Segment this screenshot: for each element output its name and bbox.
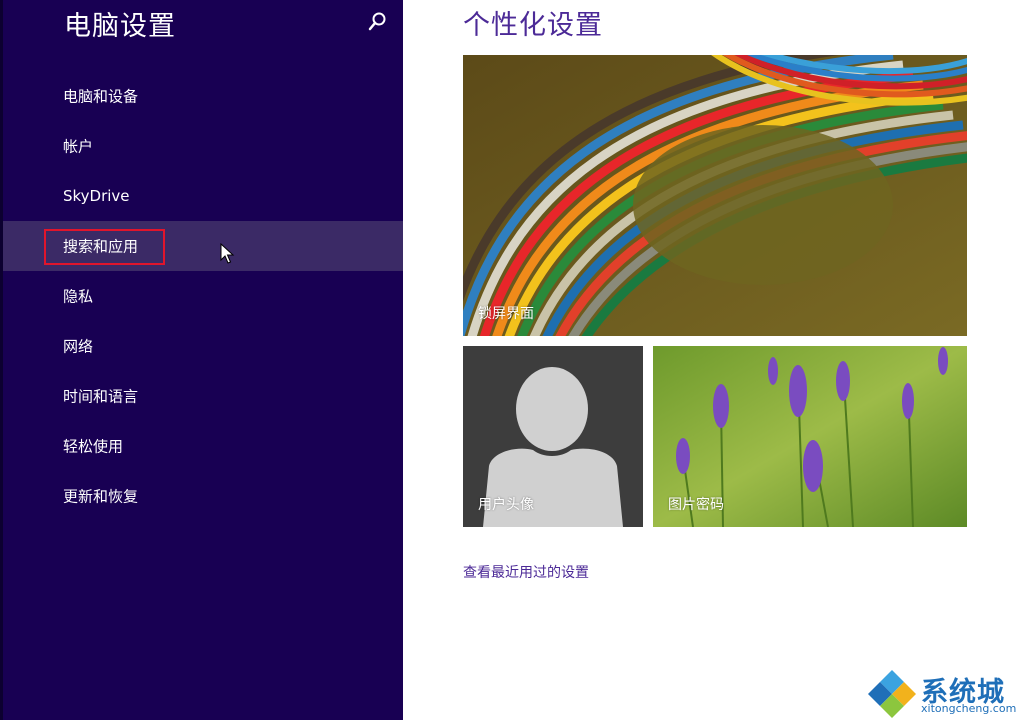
sidebar-item-time-and-language[interactable]: 时间和语言 [3,371,403,421]
sidebar-item-ease-of-access[interactable]: 轻松使用 [3,421,403,471]
lock-screen-label: 锁屏界面 [478,306,534,322]
mouse-cursor-icon [220,243,235,264]
watermark: 系统城 xitongcheng.com [866,668,1022,720]
sidebar-item-label: 时间和语言 [63,387,139,406]
sidebar-title: 电脑设置 [64,11,176,42]
sidebar-item-label: 隐私 [63,287,94,306]
watermark-logo-icon [868,670,916,718]
lock-screen-image [463,55,967,336]
sidebar-item-label: 帐户 [63,137,94,156]
watermark-url: xitongcheng.com [921,702,1017,715]
sidebar: 电脑设置 电脑和设备 帐户 SkyDrive 搜索和应用 隐私 网络 时间和语言 [0,0,403,720]
sidebar-item-label: 更新和恢复 [63,487,139,506]
sidebar-item-label: 网络 [63,337,94,356]
picture-password-label: 图片密码 [668,497,724,513]
sidebar-item-search-and-apps[interactable]: 搜索和应用 [3,221,403,271]
sidebar-item-label: 轻松使用 [63,437,124,456]
lock-screen-tile[interactable]: 锁屏界面 [463,55,967,336]
sidebar-item-label: 电脑和设备 [63,87,139,106]
search-icon [368,12,386,31]
sidebar-nav: 电脑和设备 帐户 SkyDrive 搜索和应用 隐私 网络 时间和语言 轻松使用… [3,71,403,521]
picture-password-tile[interactable]: 图片密码 [653,346,967,527]
account-picture-label: 用户头像 [478,497,534,513]
recent-settings-link[interactable]: 查看最近用过的设置 [463,562,589,582]
sidebar-item-privacy[interactable]: 隐私 [3,271,403,321]
sidebar-item-label: 搜索和应用 [63,237,139,256]
sidebar-item-network[interactable]: 网络 [3,321,403,371]
sidebar-item-pc-and-devices[interactable]: 电脑和设备 [3,71,403,121]
search-button[interactable] [365,10,389,34]
account-picture-tile[interactable]: 用户头像 [463,346,643,527]
sidebar-item-update-and-recovery[interactable]: 更新和恢复 [3,471,403,521]
page-title: 个性化设置 [463,10,603,41]
sidebar-item-accounts[interactable]: 帐户 [3,121,403,171]
sidebar-item-label: SkyDrive [63,187,130,205]
sidebar-item-skydrive[interactable]: SkyDrive [3,171,403,221]
